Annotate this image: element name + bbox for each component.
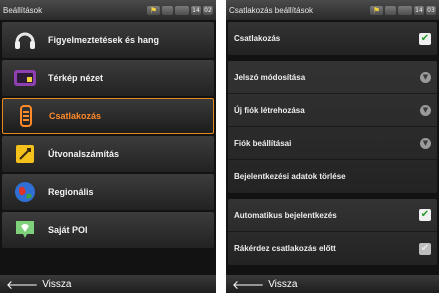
poi-icon <box>12 217 38 243</box>
chevron-down-icon: ▼ <box>420 137 431 149</box>
back-label: Vissza <box>268 278 298 290</box>
account-settings-row[interactable]: Fiók beállításai ▼ <box>228 127 437 160</box>
back-button[interactable]: 🡐 Vissza <box>0 275 216 293</box>
chevron-down-icon: ▼ <box>420 104 431 116</box>
menu-item-regional[interactable]: Regionális <box>2 174 214 210</box>
menu-item-map-view[interactable]: Térkép nézet <box>2 60 214 96</box>
headphones-icon <box>12 27 38 53</box>
row-label: Fiók beállításai <box>234 138 292 148</box>
signal-icon <box>398 5 412 15</box>
signal-icon <box>175 5 189 15</box>
settings-group: Jelszó módosítása ▼ Új fiók létrehozása … <box>228 61 437 193</box>
menu-item-route-calc[interactable]: Útvonalszámítás <box>2 136 214 172</box>
menu-item-label: Saját POI <box>48 225 88 235</box>
connection-settings-screen: Csatlakozás beállítások ⚑ 14 03 Csatlako… <box>226 0 439 293</box>
row-label: Rákérdez csatlakozás előtt <box>234 244 336 253</box>
ask-before-connect-checkbox[interactable]: ✔ <box>419 242 431 255</box>
status-bar: Csatlakozás beállítások ⚑ 14 03 <box>226 0 439 20</box>
gps-icon: ⚑ <box>370 5 383 15</box>
settings-group: Automatikus bejelentkezés ✔ Rákérdez csa… <box>228 199 437 265</box>
create-account-row[interactable]: Új fiók létrehozása ▼ <box>228 94 437 127</box>
toggle-connection[interactable]: Csatlakozás ✔ <box>228 22 437 55</box>
settings-list: Csatlakozás ✔ Jelszó módosítása ▼ Új fió… <box>228 22 437 271</box>
menu-item-label: Csatlakozás <box>49 111 102 121</box>
clock-minutes: 02 <box>203 5 213 15</box>
menu-item-connection[interactable]: Csatlakozás <box>2 98 214 134</box>
menu-item-label: Térkép nézet <box>48 73 104 83</box>
back-arrow-icon: 🡐 <box>232 277 265 292</box>
status-chip <box>162 5 173 15</box>
connection-checkbox[interactable]: ✔ <box>419 32 431 45</box>
back-button[interactable]: 🡐 Vissza <box>226 275 439 293</box>
settings-menu: Figyelmeztetések és hang Térkép nézet Cs… <box>2 20 214 248</box>
screen-title: Csatlakozás beállítások <box>229 5 314 15</box>
screen-title: Beállítások <box>3 5 43 15</box>
menu-item-own-poi[interactable]: Saját POI <box>2 212 214 248</box>
back-arrow-icon: 🡐 <box>6 277 39 292</box>
auto-login-checkbox[interactable]: ✔ <box>419 209 431 221</box>
map-view-icon <box>12 65 38 91</box>
chevron-down-icon: ▼ <box>420 71 431 83</box>
toggle-auto-login[interactable]: Automatikus bejelentkezés ✔ <box>228 199 437 232</box>
clock-hours: 14 <box>191 5 201 15</box>
settings-screen: Beállítások ⚑ 14 02 Figyelmeztetések és … <box>0 0 216 293</box>
clock-hours: 14 <box>414 5 424 15</box>
row-label: Új fiók létrehozása <box>234 105 305 115</box>
status-chip <box>385 5 396 15</box>
clock-minutes: 03 <box>426 5 436 15</box>
gps-icon: ⚑ <box>147 5 160 15</box>
row-label: Csatlakozás <box>234 34 281 43</box>
status-bar: Beállítások ⚑ 14 02 <box>0 0 216 20</box>
row-label: Jelszó módosítása <box>234 72 306 82</box>
menu-item-label: Figyelmeztetések és hang <box>48 35 160 45</box>
back-label: Vissza <box>42 278 72 290</box>
row-label: Automatikus bejelentkezés <box>234 210 337 220</box>
menu-item-label: Útvonalszámítás <box>48 149 120 159</box>
route-calc-icon <box>12 141 38 167</box>
row-label: Bejelentkezési adatok törlése <box>234 172 346 181</box>
clear-login-data-row[interactable]: Bejelentkezési adatok törlése <box>228 160 437 193</box>
settings-group: Csatlakozás ✔ <box>228 22 437 55</box>
connection-icon <box>13 103 39 129</box>
menu-item-alerts-sound[interactable]: Figyelmeztetések és hang <box>2 22 214 58</box>
change-password-row[interactable]: Jelszó módosítása ▼ <box>228 61 437 94</box>
menu-item-label: Regionális <box>48 187 94 197</box>
toggle-ask-before-connect[interactable]: Rákérdez csatlakozás előtt ✔ <box>228 232 437 265</box>
globe-icon <box>12 179 38 205</box>
